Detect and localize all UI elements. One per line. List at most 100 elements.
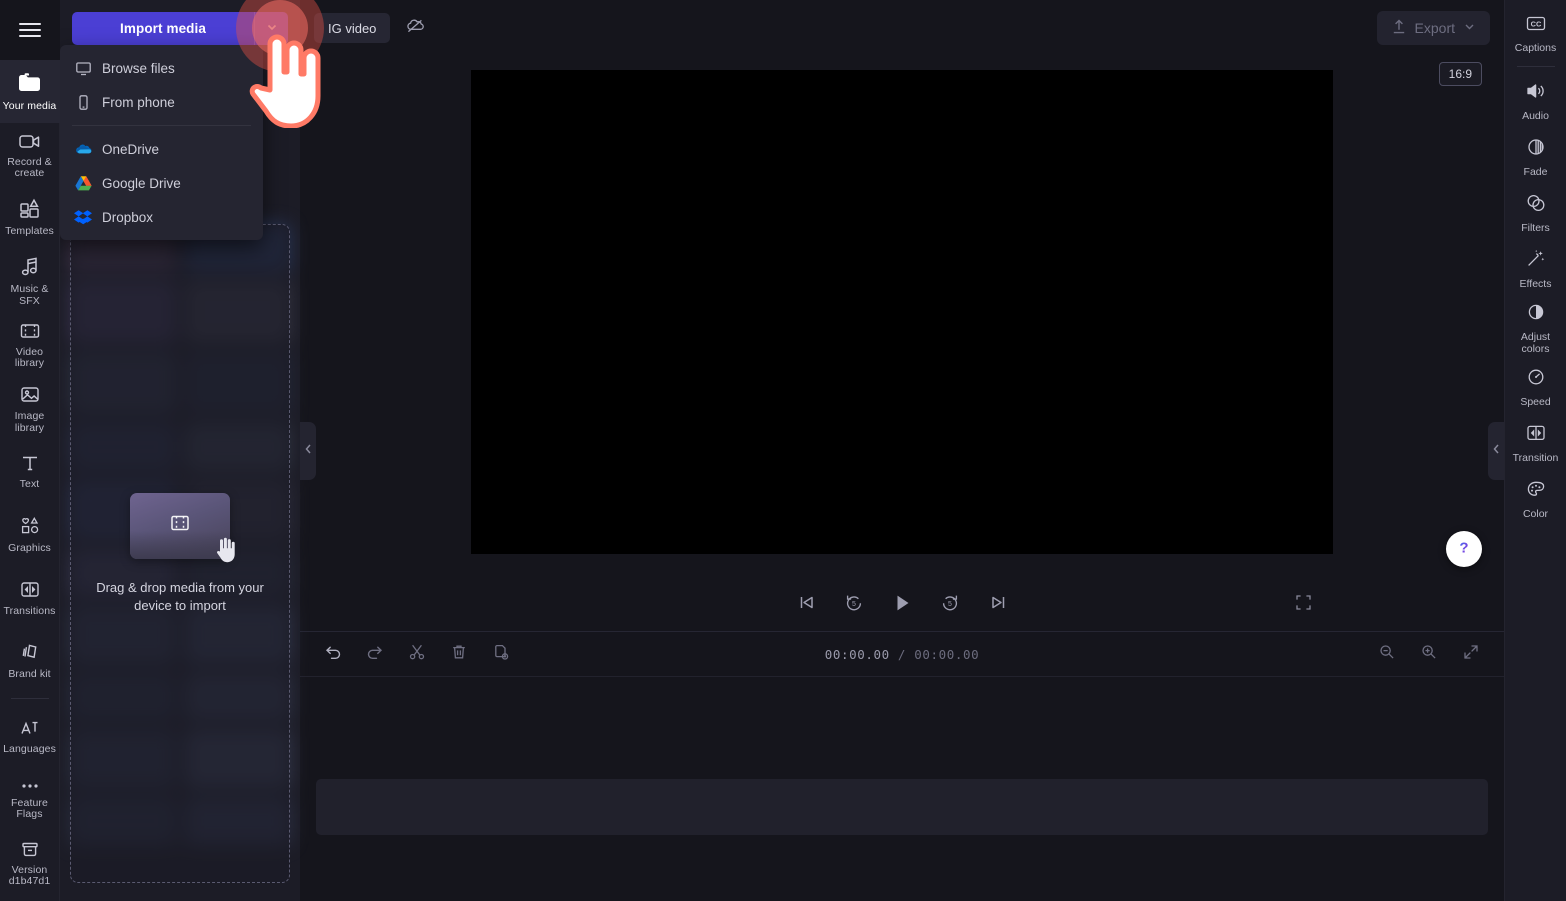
menu-item-from-phone[interactable]: From phone: [60, 85, 263, 119]
menu-item-onedrive[interactable]: OneDrive: [60, 132, 263, 166]
svg-text:CC: CC: [1530, 19, 1541, 28]
aspect-ratio-button[interactable]: 16:9: [1439, 62, 1482, 86]
timeline-empty-track[interactable]: [316, 779, 1488, 835]
chevron-down-icon: [1463, 20, 1476, 36]
skip-next-icon: [989, 593, 1008, 617]
chevron-left-icon: [1492, 442, 1501, 460]
media-panel-collapse-handle[interactable]: [300, 422, 316, 480]
rightrail-item-label: Color: [1523, 509, 1548, 521]
help-button[interactable]: ?: [1446, 531, 1482, 567]
sidebar-item-music-sfx[interactable]: Music & SFX: [0, 249, 60, 313]
dropzone-media-card: [130, 493, 230, 559]
menu-item-dropbox[interactable]: Dropbox: [60, 200, 263, 234]
drag-hand-icon: [212, 534, 238, 569]
magnifier-minus-icon: [1378, 643, 1396, 666]
sidebar-item-templates[interactable]: Templates: [0, 186, 60, 249]
rightrail-item-label: Audio: [1522, 111, 1549, 123]
play-button[interactable]: [889, 592, 915, 618]
svg-text:5: 5: [852, 601, 856, 608]
fade-icon: [1523, 136, 1549, 163]
rightrail-item-label: Effects: [1520, 279, 1552, 291]
rightrail-item-fade[interactable]: Fade: [1505, 129, 1566, 185]
sidebar-item-feature-flags[interactable]: Feature Flags: [0, 768, 60, 831]
rightrail-item-speed[interactable]: Speed: [1505, 359, 1566, 415]
menu-item-browse-files[interactable]: Browse files: [60, 51, 263, 85]
skip-previous-button[interactable]: [793, 592, 819, 618]
import-media-dropdown-toggle[interactable]: [254, 12, 288, 45]
rightrail-item-label: Transition: [1513, 453, 1559, 465]
rightrail-item-filters[interactable]: Filters: [1505, 185, 1566, 241]
phone-icon: [74, 93, 92, 111]
sidebar-item-your-media[interactable]: Your media: [0, 60, 60, 123]
rightrail-item-effects[interactable]: Effects: [1505, 241, 1566, 297]
project-name-field[interactable]: IG video: [314, 13, 390, 43]
sidebar-item-label: Graphics: [8, 543, 51, 555]
media-panel: Import media Browse files: [60, 0, 300, 901]
left-nav-rail: Your media Record & create Templates Mus…: [0, 0, 60, 901]
import-media-split-button[interactable]: Import media: [72, 12, 288, 45]
sidebar-item-brand-kit[interactable]: Brand kit: [0, 629, 60, 692]
forward-5s-button[interactable]: 5: [937, 592, 963, 618]
timeline-tracks[interactable]: [300, 677, 1504, 901]
onedrive-icon: [74, 140, 92, 158]
menu-item-google-drive[interactable]: Google Drive: [60, 166, 263, 200]
right-rail-divider: [1517, 66, 1555, 67]
editor-main: IG video Export 16:9: [300, 0, 1504, 901]
sidebar-item-transitions[interactable]: Transitions: [0, 566, 60, 629]
rewind-5s-button[interactable]: 5: [841, 592, 867, 618]
video-canvas[interactable]: [471, 70, 1333, 554]
cloud-off-icon: [405, 17, 425, 40]
clipchamp-editor: Your media Record & create Templates Mus…: [0, 0, 1566, 901]
sidebar-item-image-library[interactable]: Image library: [0, 376, 60, 440]
duplicate-button[interactable]: [490, 643, 512, 665]
hamburger-menu-button[interactable]: [0, 0, 60, 60]
rightrail-item-label: Speed: [1520, 397, 1550, 409]
split-button[interactable]: [406, 643, 428, 665]
sidebar-item-label: Image library: [2, 411, 58, 434]
undo-button[interactable]: [322, 643, 344, 665]
sidebar-item-label: Your media: [3, 101, 57, 113]
zoom-in-button[interactable]: [1418, 643, 1440, 665]
timeline-toolbar: 00:00.00 / 00:00.00: [300, 632, 1504, 677]
rightrail-item-captions[interactable]: CC Captions: [1505, 6, 1566, 62]
chevron-down-icon: [266, 20, 278, 38]
box-icon: [17, 838, 43, 860]
transition-icon: [17, 577, 43, 601]
fullscreen-icon: [1295, 598, 1312, 615]
sidebar-item-record-create[interactable]: Record & create: [0, 123, 60, 186]
sidebar-item-graphics[interactable]: Graphics: [0, 503, 60, 566]
zoom-out-button[interactable]: [1376, 643, 1398, 665]
rightrail-item-color[interactable]: Color: [1505, 471, 1566, 527]
redo-button[interactable]: [364, 643, 386, 665]
transport-buttons: 5 5: [793, 592, 1011, 618]
sidebar-item-languages[interactable]: Languages: [0, 705, 60, 768]
folder-icon: [16, 70, 44, 96]
menu-divider: [72, 125, 251, 126]
brand-kit-icon: [17, 640, 43, 664]
skip-next-button[interactable]: [985, 592, 1011, 618]
media-dropzone[interactable]: Drag & drop media from your device to im…: [70, 224, 290, 883]
rightrail-item-adjust-colors[interactable]: Adjust colors: [1505, 297, 1566, 359]
import-bar: Import media Browse files: [60, 0, 300, 45]
delete-button[interactable]: [448, 643, 470, 665]
sidebar-item-video-library[interactable]: Video library: [0, 313, 60, 376]
sidebar-item-label: Video library: [2, 347, 58, 370]
rightrail-item-label: Filters: [1521, 223, 1550, 235]
fit-to-screen-button[interactable]: [1460, 643, 1482, 665]
rightrail-item-label: Captions: [1515, 43, 1556, 55]
export-button[interactable]: Export: [1377, 11, 1490, 45]
scissors-icon: [408, 643, 426, 666]
rightrail-item-transition[interactable]: Transition: [1505, 415, 1566, 471]
top-bar: IG video Export: [300, 0, 1504, 56]
sidebar-item-version[interactable]: Version d1b47d1: [0, 831, 60, 894]
cloud-status-button[interactable]: [398, 13, 432, 43]
sidebar-item-text[interactable]: Text: [0, 440, 60, 503]
right-rail-collapse-handle[interactable]: [1488, 422, 1504, 480]
duplicate-icon: [492, 643, 510, 666]
timeline-zoom-tools: [1376, 643, 1482, 665]
import-media-button[interactable]: Import media: [72, 12, 254, 45]
fullscreen-button[interactable]: [1295, 594, 1312, 616]
sidebar-item-label: Languages: [3, 744, 56, 756]
sidebar-item-label: Music & SFX: [2, 284, 58, 307]
rightrail-item-audio[interactable]: Audio: [1505, 73, 1566, 129]
